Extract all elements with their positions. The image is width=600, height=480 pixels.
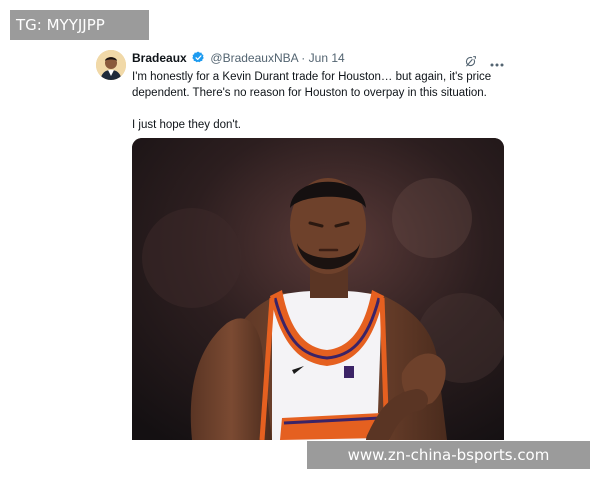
tweet-text-line: I'm honestly for a Kevin Durant trade fo… (132, 71, 492, 99)
more-options-icon[interactable] (490, 56, 504, 70)
tweet-text-line: I just hope they don't. (132, 119, 241, 131)
tweet-date[interactable]: Jun 14 (309, 51, 345, 65)
tweet-text: I'm honestly for a Kevin Durant trade fo… (132, 69, 502, 149)
separator-dot: · (301, 51, 306, 65)
author-handle[interactable]: @BradeauxNBA (210, 51, 298, 65)
tweet-media-image[interactable] (132, 138, 504, 440)
watermark-bottom-right: www.zn-china-bsports.com (307, 441, 590, 469)
tweet-header: Bradeaux @BradeauxNBA · Jun 14 (132, 51, 508, 69)
avatar[interactable] (96, 50, 126, 80)
watermark-top-left: TG: MYYJJPP (10, 10, 149, 40)
author-name[interactable]: Bradeaux (132, 51, 187, 65)
verified-badge-icon (192, 51, 205, 67)
